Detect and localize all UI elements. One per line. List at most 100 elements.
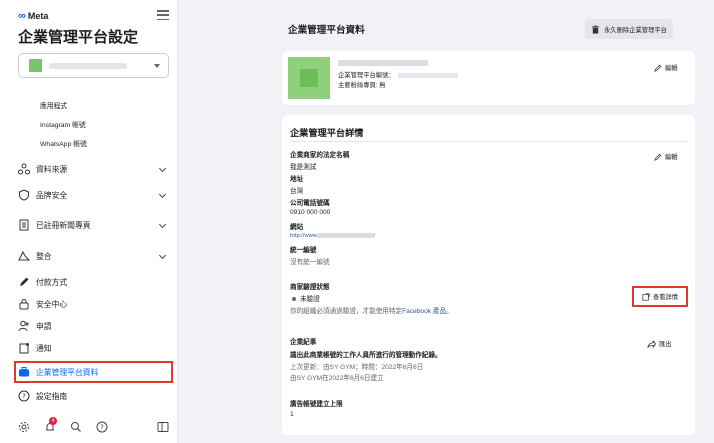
verification-status: 未驗證 xyxy=(290,293,320,303)
sidebar-item-label: 申請 xyxy=(36,321,52,331)
sidebar-item-label: 資料來源 xyxy=(36,164,68,174)
search-icon[interactable] xyxy=(70,421,82,433)
sidebar-item-instagram[interactable]: Instagram 帳號 xyxy=(40,119,86,129)
business-id-redacted xyxy=(397,72,458,78)
tax-id-value: 沒有統一編號 xyxy=(290,259,330,266)
svg-text:?: ? xyxy=(100,424,104,432)
sidebar-item-security-center[interactable]: 安全中心 xyxy=(18,295,169,313)
notification-badge: 4 xyxy=(49,417,57,425)
integrations-icon xyxy=(18,250,30,262)
business-profile-image xyxy=(288,57,330,99)
view-details-label: 查看詳情 xyxy=(652,294,679,301)
meta-infinity-icon: ∞ xyxy=(18,10,26,22)
verification-note-prefix: 你的組織必須通過驗證，才能使用特定 xyxy=(290,308,403,315)
website-value[interactable]: http://www. / xyxy=(290,233,375,239)
address-label: 地址 xyxy=(290,176,304,183)
verification-note: 你的組織必須通過驗證，才能使用特定Facebook 產品。 xyxy=(290,305,453,315)
legal-name-label: 企業商家的法定名稱 xyxy=(290,152,350,159)
person-add-icon xyxy=(18,320,30,332)
business-id-label: 企業管理平台編號： xyxy=(338,72,395,79)
sidebar-footer: 4 ? xyxy=(18,417,169,435)
sidebar-item-label: 安全中心 xyxy=(36,299,68,309)
sidebar-item-label: 品牌安全 xyxy=(36,190,68,200)
delete-business-button[interactable]: 永久刪除企業管理平台 xyxy=(585,19,673,39)
gear-icon[interactable] xyxy=(18,421,30,433)
edit-details-button[interactable]: 編輯 xyxy=(654,152,678,161)
main-content: 企業管理平台資料 永久刪除企業管理平台 企業管理平台編號： 主要粉絲專頁: 無 … xyxy=(275,0,695,443)
trash-icon xyxy=(591,24,600,34)
sidebar-item-label: 設定指南 xyxy=(36,391,68,401)
business-details-card: 企業管理平台詳情 編輯 企業商家的法定名稱 我是測試 地址 台灣 公司電話號碼 … xyxy=(282,115,695,435)
edit-label: 編輯 xyxy=(665,65,678,72)
sidebar-item-data-sources[interactable]: 資料來源 xyxy=(18,160,169,178)
sidebar-item-integrations[interactable]: 整合 xyxy=(18,247,169,265)
pencil-icon xyxy=(654,64,662,72)
briefcase-icon xyxy=(18,366,30,378)
primary-page: 主要粉絲專頁: 無 xyxy=(338,82,386,89)
sidebar-item-business-info[interactable]: 企業管理平台資料 xyxy=(14,361,173,383)
business-id: 企業管理平台編號： xyxy=(338,70,458,79)
website-redacted xyxy=(318,233,374,238)
export-button[interactable]: 匯出 xyxy=(647,339,672,348)
sidebar-item-brand-safety[interactable]: 品牌安全 xyxy=(18,186,169,204)
business-avatar xyxy=(29,59,42,72)
verification-status-text: 未驗證 xyxy=(300,296,320,303)
phone-value: 0910 000 000 xyxy=(290,209,331,216)
help-icon[interactable]: ? xyxy=(96,421,108,433)
address-value: 台灣 xyxy=(290,188,304,195)
export-label: 匯出 xyxy=(659,341,672,348)
notification-doc-icon xyxy=(18,342,30,354)
sidebar-item-news-pages[interactable]: 已註冊新聞專頁 xyxy=(18,216,169,234)
ad-limit-label: 廣告帳號建立上限 xyxy=(290,401,343,408)
sidebar-item-requests[interactable]: 申請 xyxy=(18,317,169,335)
website-suffix: / xyxy=(373,233,375,240)
help-circle-icon: ? xyxy=(18,390,30,402)
external-link-icon xyxy=(642,292,650,301)
sidebar-item-setup-guide[interactable]: ? 設定指南 xyxy=(18,387,169,405)
sidebar-item-label: 企業管理平台資料 xyxy=(36,367,99,377)
view-details-button[interactable]: 查看詳情 xyxy=(632,286,688,307)
delete-business-label: 永久刪除企業管理平台 xyxy=(604,26,667,34)
svg-text:?: ? xyxy=(22,393,26,401)
sidebar-item-label: 已註冊新聞專頁 xyxy=(36,220,91,230)
sidebar-title: 企業管理平台設定 xyxy=(18,29,139,46)
sidebar-item-apps[interactable]: 應用程式 xyxy=(40,100,67,110)
page-title: 企業管理平台資料 xyxy=(288,25,365,36)
caret-down-icon xyxy=(154,64,160,68)
verification-label: 商家驗證狀態 xyxy=(290,284,330,291)
brand-name: Meta xyxy=(27,11,49,21)
business-name-redacted xyxy=(49,63,127,69)
share-arrow-icon xyxy=(647,339,656,348)
website-prefix: http://www. xyxy=(290,233,319,240)
records-description: 識出此商業帳號的工作人員所進行的管理動作紀錄。 xyxy=(290,352,442,359)
sidebar-item-label: 通知 xyxy=(36,343,52,353)
ad-limit-value: 1 xyxy=(290,411,294,418)
panel-icon[interactable] xyxy=(157,421,169,433)
sidebar-item-whatsapp[interactable]: WhatsApp 帳號 xyxy=(40,138,87,148)
details-title: 企業管理平台詳情 xyxy=(290,128,364,138)
edit-profile-button[interactable]: 編輯 xyxy=(654,63,678,72)
sidebar-item-payment-methods[interactable]: 付款方式 xyxy=(18,273,169,291)
verification-note-suffix: 。 xyxy=(446,308,453,315)
business-account-select[interactable] xyxy=(18,53,169,78)
menu-icon[interactable] xyxy=(157,10,169,20)
pencil-icon xyxy=(654,153,662,161)
created-info: 由SY GYM在2022年6月6日建立 xyxy=(290,375,384,382)
divider xyxy=(290,141,687,142)
records-label: 企業紀事 xyxy=(290,339,317,346)
chevron-down-icon xyxy=(158,251,167,260)
last-update: 上次更新：由SY GYM；時間：2022年6月6日 xyxy=(290,364,424,371)
sidebar-item-notifications[interactable]: 通知 xyxy=(18,339,169,357)
facebook-products-link[interactable]: Facebook 產品 xyxy=(402,308,446,315)
chevron-down-icon xyxy=(158,190,167,199)
status-dot xyxy=(292,297,296,302)
shield-icon xyxy=(18,189,30,201)
meta-logo[interactable]: ∞ Meta xyxy=(18,10,48,22)
sidebar-item-label: 整合 xyxy=(36,251,52,261)
edit-label: 編輯 xyxy=(665,154,678,161)
bell-icon[interactable]: 4 xyxy=(44,417,57,433)
business-profile-card: 企業管理平台編號： 主要粉絲專頁: 無 編輯 xyxy=(282,51,695,105)
pencil-icon xyxy=(18,276,30,288)
lock-icon xyxy=(18,298,30,310)
data-sources-icon xyxy=(18,163,30,175)
